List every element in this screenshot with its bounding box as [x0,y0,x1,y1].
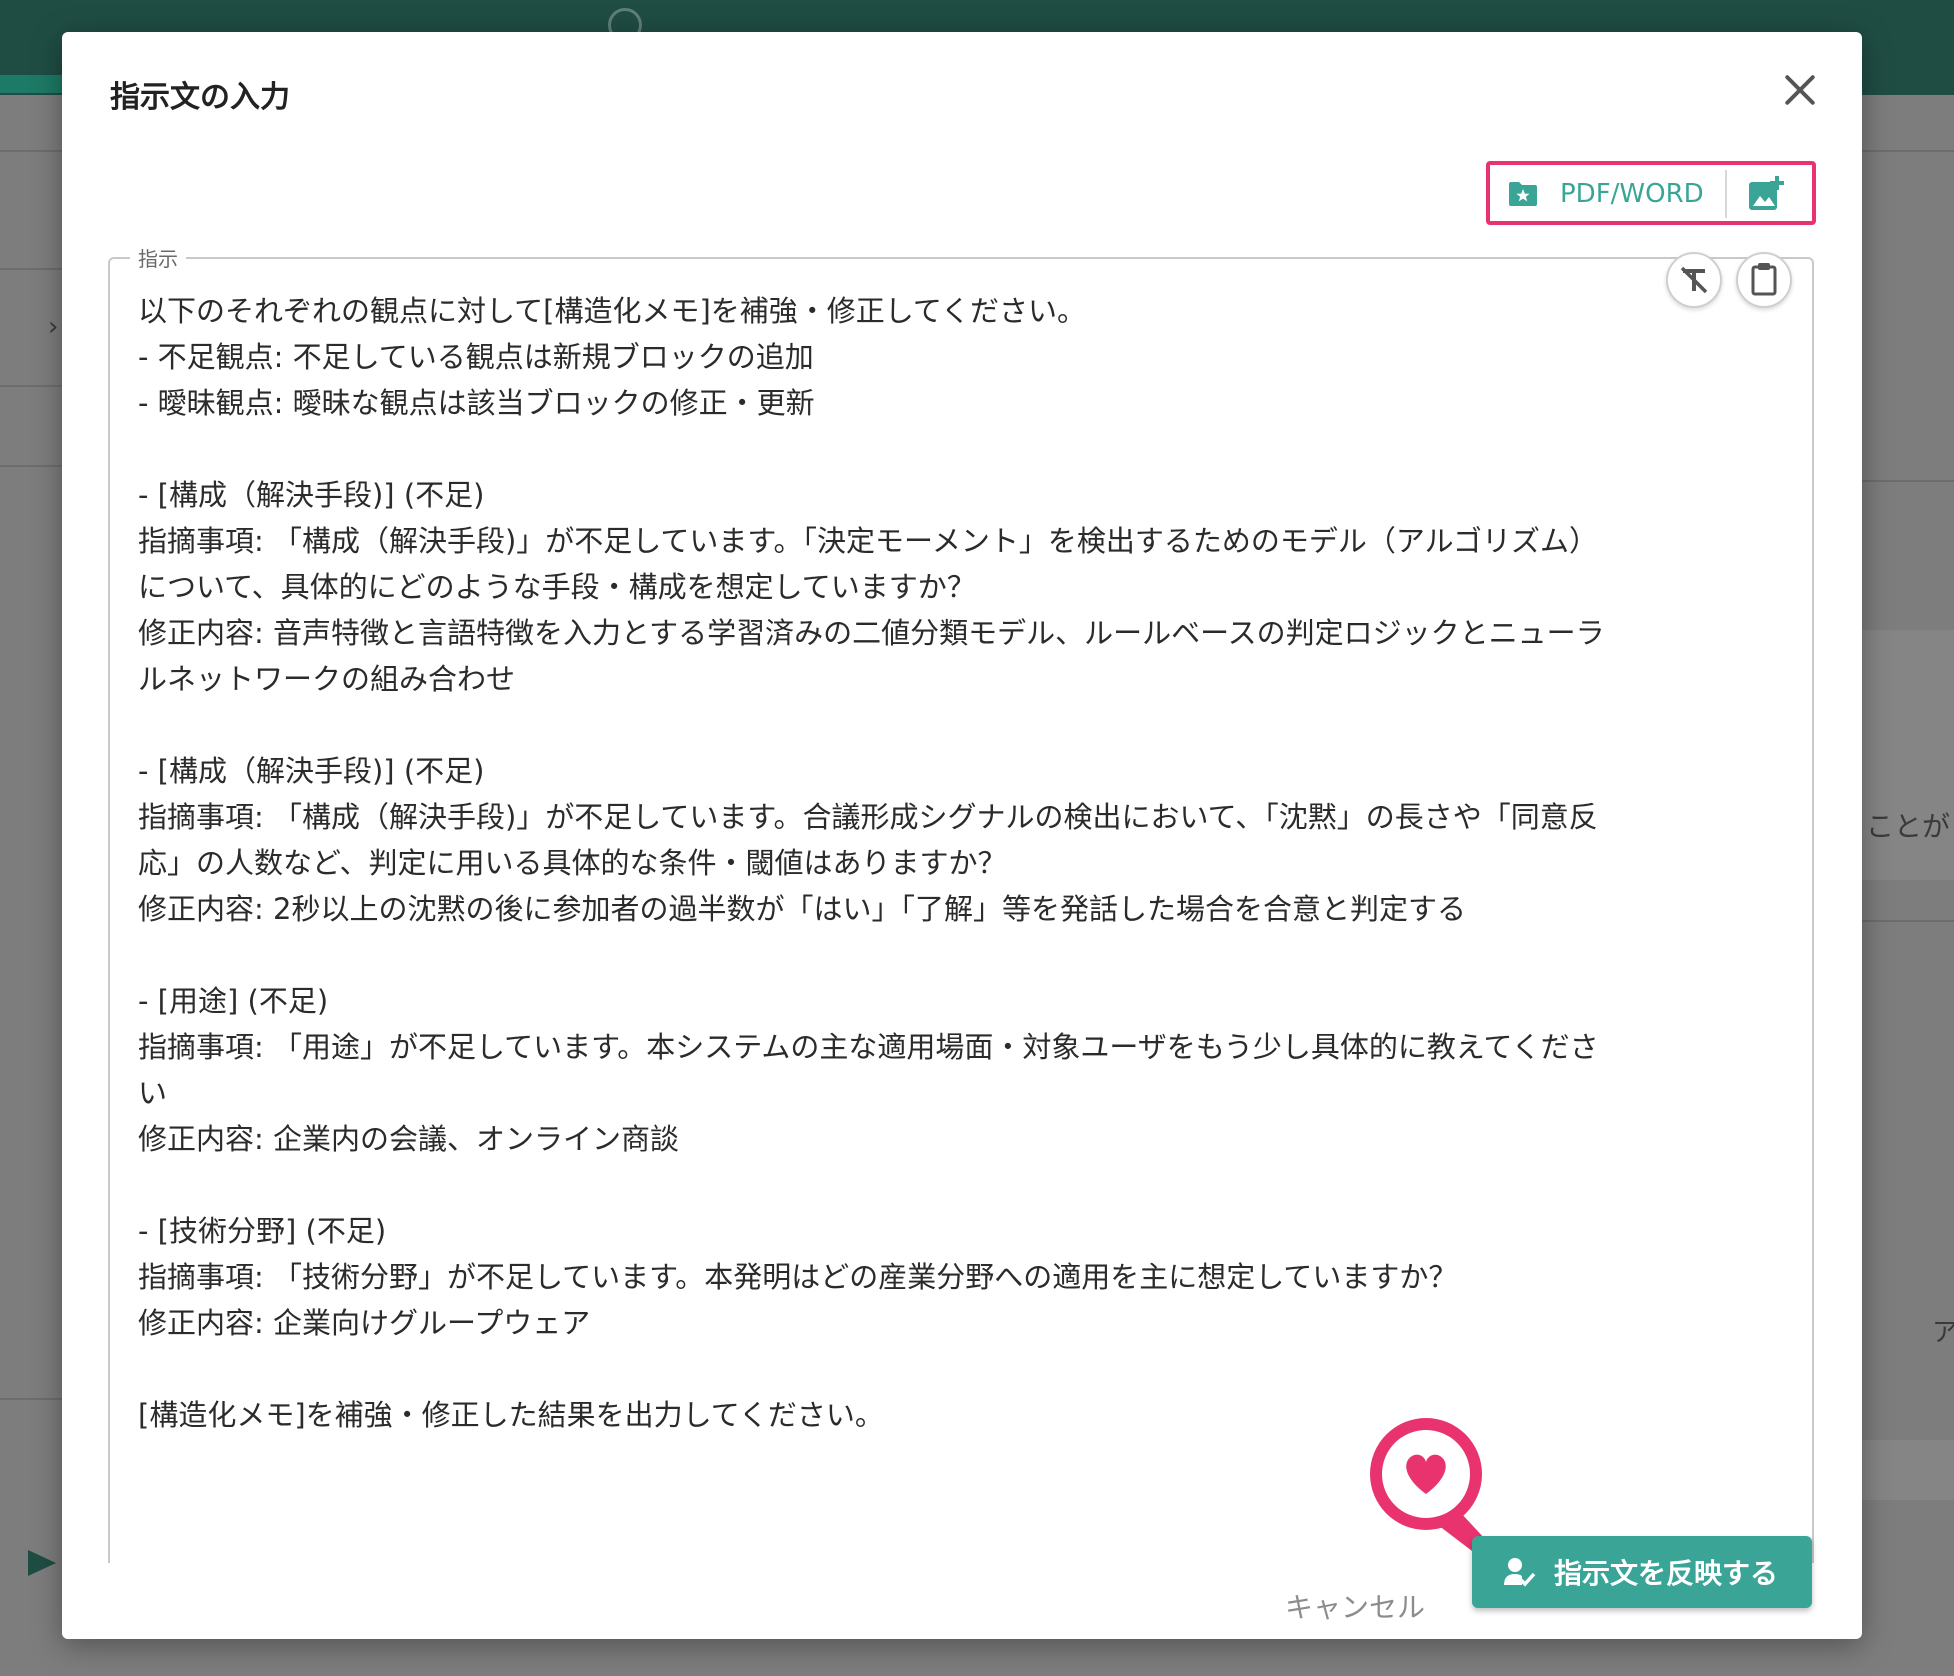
apply-instruction-button[interactable]: 指示文を反映する [1472,1536,1812,1608]
background-divider [0,1398,62,1400]
background-text: ことが [1866,810,1951,843]
folder-star-icon [1509,182,1537,206]
cancel-button[interactable]: キャンセル [1280,1578,1430,1634]
background-panel [1862,1440,1954,1500]
send-icon [28,1550,56,1576]
user-check-icon [1504,1558,1536,1587]
instruction-textarea[interactable]: 以下のそれぞれの観点に対して[構造化メモ]を補強・修正してください。 - 不足観… [138,288,1838,1438]
pdf-word-label: PDF/WORD [1560,179,1704,209]
instruction-legend: 指示 [138,247,178,271]
background-divider [0,385,62,387]
apply-button-label: 指示文を反映する [1554,1557,1779,1590]
instruction-dialog: 指示文の入力 PDF/WORD 指示 以下のそれぞれの観点に対して[構造化メモ]… [62,32,1862,1639]
image-add-button[interactable] [1745,174,1791,214]
clipboard-icon [1751,263,1777,296]
close-icon[interactable] [1778,68,1822,112]
app-header-accent [0,75,70,93]
background-divider [1862,480,1954,482]
clear-format-icon [1680,266,1708,294]
image-add-icon [1749,176,1784,210]
dialog-title: 指示文の入力 [110,80,290,115]
toolbar-divider [1725,170,1727,218]
pdf-word-upload-button[interactable]: PDF/WORD [1496,172,1724,216]
clear-format-button[interactable] [1666,252,1722,308]
background-divider [0,465,62,467]
background-divider [0,150,62,152]
background-divider [1862,150,1954,152]
background-text: ア [1932,1318,1954,1348]
clipboard-button[interactable] [1736,252,1792,308]
background-divider [1862,920,1954,922]
background-divider [0,268,62,270]
background-chevron: › [48,312,59,342]
